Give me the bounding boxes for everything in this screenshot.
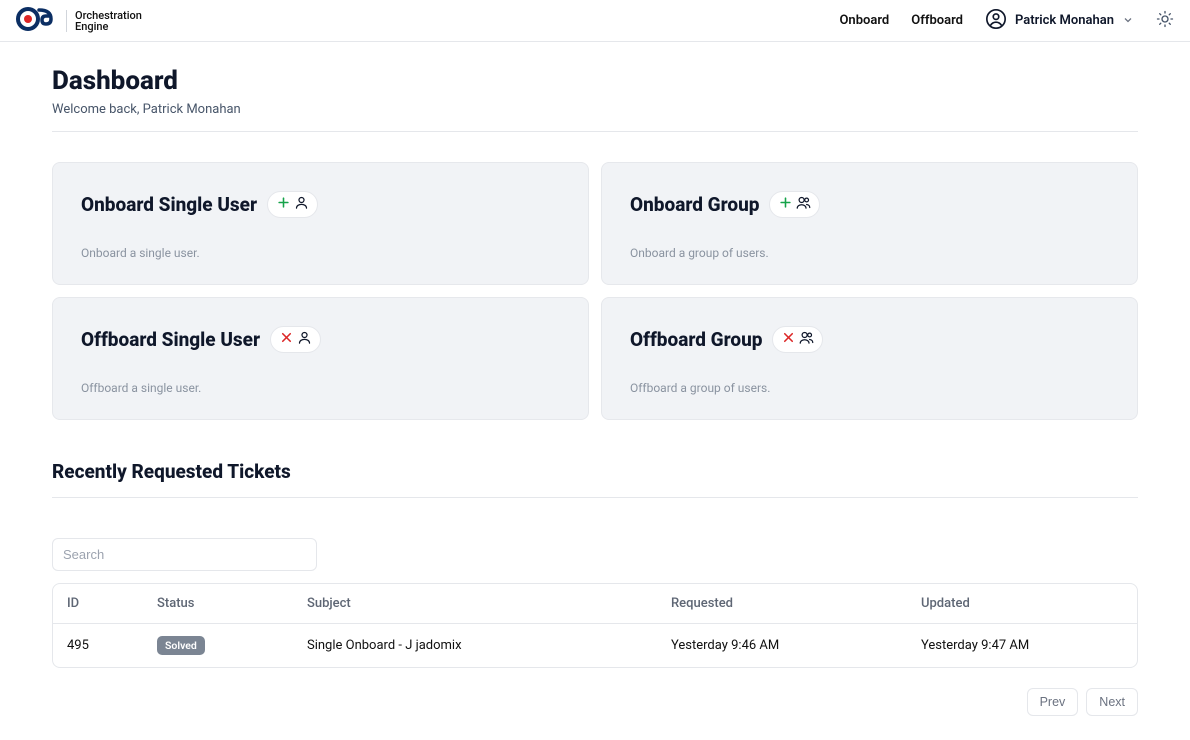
divider <box>52 497 1138 498</box>
x-icon <box>781 330 796 349</box>
chevron-down-icon <box>1122 11 1134 30</box>
users-icon <box>799 330 814 349</box>
theme-toggle[interactable] <box>1156 10 1174 32</box>
cell-requested: Yesterday 9:46 AM <box>657 624 907 667</box>
user-menu[interactable]: Patrick Monahan <box>985 8 1134 34</box>
x-icon <box>279 330 294 349</box>
card-onboard-single[interactable]: Onboard Single User Onboard a single use… <box>52 162 589 285</box>
next-button[interactable]: Next <box>1086 688 1138 716</box>
card-description: Onboard a single user. <box>81 246 560 260</box>
user-name: Patrick Monahan <box>1015 13 1114 28</box>
card-description: Offboard a single user. <box>81 381 560 395</box>
cell-updated: Yesterday 9:47 AM <box>907 624 1137 667</box>
card-title: Onboard Single User <box>81 193 257 216</box>
card-onboard-group[interactable]: Onboard Group Onboard a group of users. <box>601 162 1138 285</box>
plus-icon <box>778 195 793 214</box>
table-row[interactable]: 495 Solved Single Onboard - J jadomix Ye… <box>53 624 1137 667</box>
cell-subject: Single Onboard - J jadomix <box>293 624 657 667</box>
user-icon <box>294 195 309 214</box>
card-offboard-group[interactable]: Offboard Group Offboard a group of users… <box>601 297 1138 420</box>
card-offboard-single[interactable]: Offboard Single User Offboard a single u… <box>52 297 589 420</box>
card-badge <box>769 191 820 218</box>
user-circle-icon <box>985 8 1007 34</box>
status-badge: Solved <box>157 636 205 655</box>
card-title: Offboard Group <box>630 328 762 351</box>
card-description: Offboard a group of users. <box>630 381 1109 395</box>
plus-icon <box>276 195 291 214</box>
page-title: Dashboard <box>52 66 1138 96</box>
col-status: Status <box>143 584 293 624</box>
prev-button[interactable]: Prev <box>1027 688 1079 716</box>
action-cards: Onboard Single User Onboard a single use… <box>52 162 1138 420</box>
nav-offboard[interactable]: Offboard <box>911 13 963 28</box>
app-logo[interactable]: Orchestration Engine <box>16 7 142 35</box>
col-requested: Requested <box>657 584 907 624</box>
pagination: Prev Next <box>52 688 1138 716</box>
logo-text: Orchestration Engine <box>66 10 142 32</box>
card-badge <box>270 326 321 353</box>
search-input[interactable] <box>52 538 317 571</box>
card-badge <box>267 191 318 218</box>
tickets-table: ID Status Subject Requested Updated 495 … <box>52 583 1138 668</box>
nav-onboard[interactable]: Onboard <box>839 13 889 28</box>
main-content: Dashboard Welcome back, Patrick Monahan … <box>0 42 1190 740</box>
sun-icon <box>1156 10 1174 32</box>
col-updated: Updated <box>907 584 1137 624</box>
divider <box>52 131 1138 132</box>
logo-mark-icon <box>16 7 60 35</box>
col-id: ID <box>53 584 143 624</box>
card-description: Onboard a group of users. <box>630 246 1109 260</box>
page-subtitle: Welcome back, Patrick Monahan <box>52 102 1138 117</box>
app-header: Orchestration Engine Onboard Offboard Pa… <box>0 0 1190 42</box>
cell-status: Solved <box>143 624 293 667</box>
table-header-row: ID Status Subject Requested Updated <box>53 584 1137 624</box>
tickets-section-title: Recently Requested Tickets <box>52 460 1138 483</box>
card-title: Offboard Single User <box>81 328 260 351</box>
header-right: Onboard Offboard Patrick Monahan <box>839 8 1174 34</box>
search-wrap <box>52 538 1138 571</box>
card-title: Onboard Group <box>630 193 759 216</box>
card-badge <box>772 326 823 353</box>
user-icon <box>297 330 312 349</box>
cell-id: 495 <box>53 624 143 667</box>
users-icon <box>796 195 811 214</box>
header-left: Orchestration Engine <box>16 7 142 35</box>
col-subject: Subject <box>293 584 657 624</box>
